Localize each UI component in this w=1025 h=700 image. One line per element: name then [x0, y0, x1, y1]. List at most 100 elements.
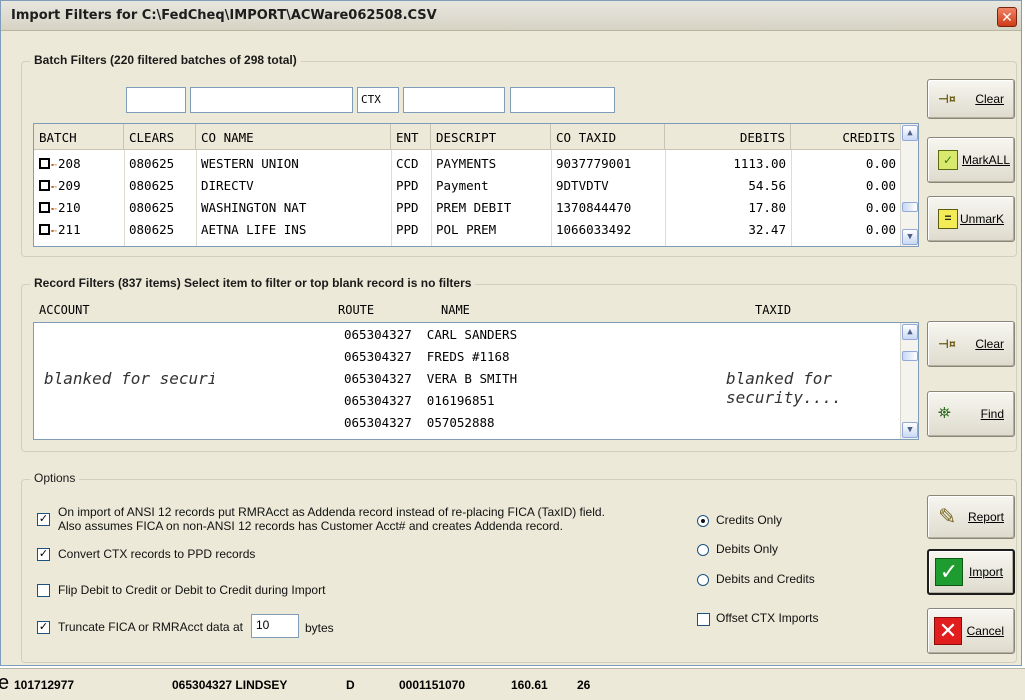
batch-filter-input-1[interactable]: [126, 87, 186, 113]
unmark-label: UnmarK: [959, 212, 1004, 226]
credits-cell: 0.00: [865, 178, 896, 193]
cotaxid-cell: 1066033492: [556, 222, 632, 237]
batch-clear-button[interactable]: ⊣¤ Clear: [927, 79, 1015, 119]
cancel-label: Cancel: [966, 624, 1004, 638]
scroll-up-icon[interactable]: ▲: [902, 324, 918, 340]
col-header-cotaxid[interactable]: CO TAXID: [551, 124, 665, 150]
col-header-clears[interactable]: CLEARS: [124, 124, 196, 150]
find-button[interactable]: ⛯ Find: [927, 391, 1015, 437]
list-item[interactable]: 065304327 CARL SANDERS: [339, 325, 522, 345]
status-bar: e 101712977 065304327 LINDSEY D 00011510…: [0, 668, 1025, 700]
debits-and-credits-radio[interactable]: [697, 574, 709, 586]
convert-ctx-checkbox[interactable]: ✓: [37, 548, 50, 561]
scroll-up-icon[interactable]: ▲: [902, 125, 918, 141]
import-label: Import: [968, 565, 1003, 579]
col-header-descript[interactable]: DESCRIPT: [431, 124, 551, 150]
debits-only-radio[interactable]: [697, 544, 709, 556]
cotaxid-cell: 1370844470: [556, 200, 632, 215]
arrow-icon: ➸: [51, 204, 58, 215]
mark-all-button[interactable]: ✓ MarkALL: [927, 137, 1015, 183]
scroll-thumb[interactable]: [902, 202, 918, 212]
ent-cell: PPD: [396, 200, 419, 215]
unmark-button[interactable]: = UnmarK: [927, 196, 1015, 242]
flip-debit-checkbox[interactable]: [37, 584, 50, 597]
name-value: 016196851: [426, 393, 495, 408]
arrow-icon: ➸: [51, 160, 58, 171]
offset-ctx-checkbox[interactable]: [697, 613, 710, 626]
debits-and-credits-label: Debits and Credits: [716, 572, 815, 586]
import-button[interactable]: ✓ Import: [927, 549, 1015, 595]
row-checkbox[interactable]: [39, 224, 50, 235]
col-header-account: ACCOUNT: [39, 303, 90, 317]
row-checkbox[interactable]: [39, 180, 50, 191]
arrow-icon: ➸: [51, 226, 58, 237]
offset-ctx-label: Offset CTX Imports: [716, 611, 819, 625]
batch-filter-input-coname[interactable]: [190, 87, 353, 113]
list-item[interactable]: 065304327 VERA B SMITH: [339, 369, 522, 389]
list-item[interactable]: 065304327 057052888: [339, 413, 500, 433]
addenda-option-line2: Also assumes FICA on non-ANSI 12 records…: [58, 519, 563, 533]
col-header-credits[interactable]: CREDITS: [791, 124, 901, 150]
col-header-debits[interactable]: DEBITS: [665, 124, 791, 150]
row-checkbox[interactable]: [39, 158, 50, 169]
checkmark-icon: ✓: [935, 558, 963, 586]
list-item[interactable]: 065304327 016196851: [339, 391, 500, 411]
table-row[interactable]: ➸210 080625 WASHINGTON NAT PPD PREM DEBI…: [34, 198, 901, 218]
table-row[interactable]: ➸208 080625 WESTERN UNION CCD PAYMENTS 9…: [34, 154, 901, 174]
cancel-button[interactable]: ✕ Cancel: [927, 608, 1015, 654]
route-value: 065304327: [344, 349, 412, 364]
batch-cell[interactable]: ➸209: [34, 176, 124, 196]
scroll-down-icon[interactable]: ▼: [902, 229, 918, 245]
col-header-batch[interactable]: BATCH: [34, 124, 124, 150]
status-amount: 160.61: [511, 678, 548, 692]
truncate-checkbox[interactable]: ✓: [37, 621, 50, 634]
truncate-bytes-input[interactable]: 10: [251, 614, 299, 638]
list-item[interactable]: 065304327 FREDS #1168: [339, 347, 515, 367]
ent-cell: PPD: [396, 222, 419, 237]
batch-filter-input-descript[interactable]: [403, 87, 505, 113]
batch-cell[interactable]: ➸210: [34, 198, 124, 218]
credits-cell: 0.00: [865, 222, 896, 237]
find-label: Find: [980, 407, 1004, 421]
batch-number: 208: [58, 156, 81, 171]
addenda-option-line1: On import of ANSI 12 records put RMRAcct…: [58, 505, 605, 519]
table-row[interactable]: ➸209 080625 DIRECTV PPD Payment 9DTVDTV …: [34, 176, 901, 196]
batch-cell[interactable]: ➸208: [34, 154, 124, 174]
scroll-thumb[interactable]: [902, 351, 918, 361]
batch-cell[interactable]: ➸211: [34, 220, 124, 240]
debits-cell: 32.47: [748, 222, 786, 237]
window-title: Import Filters for C:\FedCheq\IMPORT\ACW…: [11, 8, 437, 23]
batch-filter-input-taxid[interactable]: [510, 87, 615, 113]
record-clear-button[interactable]: ⊣¤ Clear: [927, 321, 1015, 367]
credits-only-label: Credits Only: [716, 513, 783, 527]
convert-ctx-label: Convert CTX records to PPD records: [58, 547, 256, 561]
debits-cell: 1113.00: [733, 156, 786, 171]
import-filters-window: Import Filters for C:\FedCheq\IMPORT\ACW…: [0, 0, 1022, 666]
credits-only-radio[interactable]: [697, 515, 709, 527]
status-taxid: 0001151070: [399, 678, 466, 692]
scroll-down-icon[interactable]: ▼: [902, 422, 918, 438]
clears-cell: 080625: [129, 178, 175, 193]
table-row[interactable]: ➸211 080625 AETNA LIFE INS PPD POL PREM …: [34, 220, 901, 240]
status-type: D: [346, 678, 355, 692]
col-header-ent[interactable]: ENT: [391, 124, 431, 150]
batch-number: 209: [58, 178, 81, 193]
col-header-name: NAME: [441, 303, 470, 317]
batch-filter-input-ent[interactable]: CTX: [357, 87, 399, 113]
report-label: Report: [967, 510, 1004, 524]
close-button[interactable]: ✕: [997, 7, 1017, 27]
report-button[interactable]: ✎ Report: [927, 495, 1015, 539]
debits-cell: 54.56: [748, 178, 786, 193]
col-header-coname[interactable]: CO NAME: [196, 124, 391, 150]
clears-cell: 080625: [129, 222, 175, 237]
row-checkbox[interactable]: [39, 202, 50, 213]
name-value: CARL SANDERS: [426, 327, 518, 342]
record-grid-scrollbar[interactable]: ▲ ▼: [900, 323, 918, 439]
addenda-checkbox[interactable]: ✓: [37, 513, 50, 526]
truncate-label: Truncate FICA or RMRAcct data at: [58, 620, 243, 634]
col-header-taxid: TAXID: [755, 303, 792, 317]
unmark-icon: =: [938, 209, 958, 229]
checkmark-icon: ✓: [938, 150, 958, 170]
batch-grid-scrollbar[interactable]: ▲ ▼: [900, 124, 918, 246]
batch-grid: BATCH CLEARS CO NAME ENT DESCRIPT CO TAX…: [33, 123, 919, 247]
